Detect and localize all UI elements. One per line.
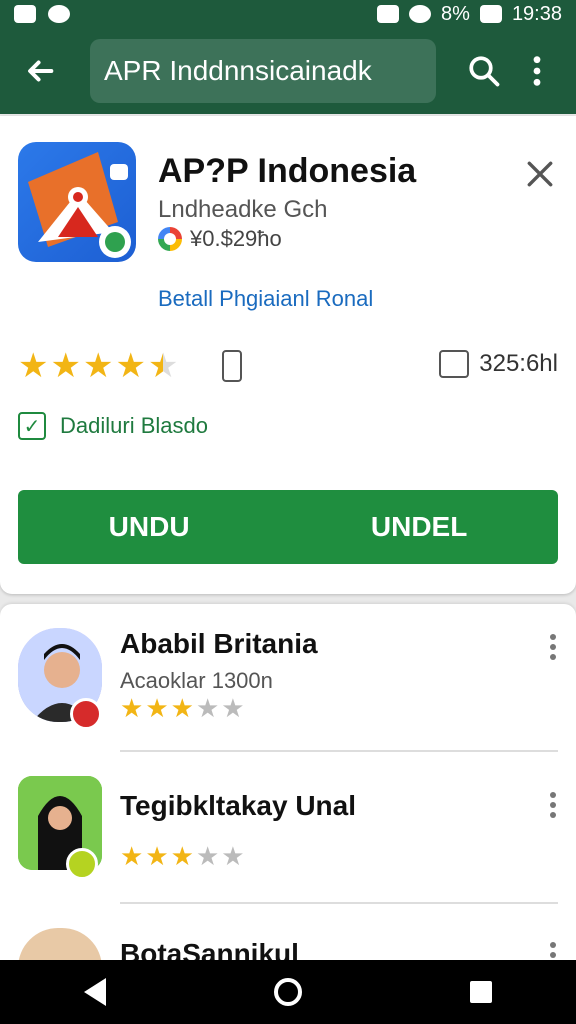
install-button[interactable]: UNDU UNDEL [18, 490, 558, 564]
star-icon: ★ [221, 841, 245, 871]
more-vert-icon [550, 942, 556, 948]
star-icon: ★ [195, 693, 220, 723]
search-input[interactable]: APR Inddnnsicainadk [90, 39, 436, 103]
checkbox[interactable]: ✓ [18, 412, 46, 440]
download-size-icon [439, 350, 470, 378]
star-icon: ★ [170, 693, 194, 723]
star-icon: ★ [120, 841, 144, 871]
star-icon: ★ [145, 693, 169, 723]
more-vert-icon [550, 792, 556, 798]
item-more-button[interactable] [548, 792, 558, 822]
related-list: Ababil Britania Acaoklar 1300n ★ ★ ★ ★ ★ Teg… [0, 604, 576, 964]
size-info: 325:6hl [439, 350, 558, 378]
more-vert-icon [550, 634, 556, 640]
star-icon: ★ [18, 347, 49, 385]
star-icon: ★ [120, 693, 144, 723]
rating-row: ★ ★ ★ ★ ★ 325:6hl [18, 346, 558, 390]
app-title: AP?P Indonesia [158, 152, 417, 190]
more-options-button[interactable] [522, 49, 552, 93]
star-icon: ★ [50, 347, 81, 385]
clock: 19:38 [511, 2, 562, 25]
app-rating-stars: ★ ★ ★ ★ ★ [18, 346, 178, 386]
network-icon [377, 5, 400, 23]
back-button[interactable] [18, 49, 62, 93]
nav-recents-button[interactable] [470, 981, 492, 1003]
item-rating-stars: ★ ★ ★ ★ ★ [120, 694, 245, 722]
navigation-bar [0, 960, 576, 1024]
star-icon: ★ [147, 347, 179, 385]
phone-icon [222, 350, 242, 382]
details-link[interactable]: Betall Phgiaianl Ronal [158, 286, 373, 312]
app-icon[interactable] [18, 142, 136, 262]
top-toolbar: APR Inddnnsicainadk [0, 28, 576, 114]
item-title: Tegibkltakay Unal [120, 790, 357, 821]
status-bar: 8% 19:38 [0, 0, 576, 28]
notification-icon [14, 5, 36, 23]
star-icon: ★ [170, 841, 194, 871]
close-icon [527, 161, 553, 187]
close-button[interactable] [520, 154, 560, 194]
list-item[interactable]: Ababil Britania Acaoklar 1300n ★ ★ ★ ★ ★ [0, 604, 576, 752]
google-icon [158, 227, 182, 251]
button-label-left: UNDU [108, 511, 190, 542]
search-icon [469, 56, 500, 87]
item-rating-stars: ★ ★ ★ ★ ★ [120, 842, 245, 870]
price-row: ¥0.$29ħo [158, 226, 282, 252]
checkbox-label: Dadiluri Blasdo [60, 413, 208, 438]
app-price: ¥0.$29ħo [190, 226, 282, 251]
badge-icon [70, 698, 102, 730]
app-size: 325:6hl [479, 350, 558, 377]
nav-home-button[interactable] [274, 978, 302, 1006]
item-subtitle: Acaoklar 1300n [120, 668, 273, 693]
star-icon: ★ [82, 347, 114, 385]
search-button[interactable] [462, 49, 506, 93]
app-developer[interactable]: Lndheadke Gch [158, 196, 327, 224]
item-more-button[interactable] [548, 634, 558, 664]
arrow-left-icon [28, 60, 54, 82]
star-icon: ★ [145, 841, 169, 871]
list-item[interactable]: BotaSannikul [0, 904, 576, 964]
star-icon: ★ [195, 841, 220, 871]
badge-icon [66, 848, 98, 880]
star-icon: ★ [115, 347, 146, 385]
app-card: AP?P Indonesia Lndheadke Gch ¥0.$29ħo Be… [0, 116, 576, 594]
button-label-right: UNDEL [370, 511, 468, 542]
checkbox-row[interactable]: ✓ Dadiluri Blasdo [18, 412, 208, 440]
wifi-icon [409, 5, 432, 23]
battery-icon [479, 5, 502, 23]
list-item[interactable]: Tegibkltakay Unal ★ ★ ★ ★ ★ [0, 752, 576, 900]
nav-back-button[interactable] [84, 978, 106, 1006]
star-icon: ★ [221, 693, 245, 723]
notification-icon-2 [48, 5, 70, 23]
avatar [18, 928, 102, 964]
more-vert-icon [533, 56, 541, 86]
app-logo-icon [28, 152, 131, 258]
battery-percent: 8% [441, 2, 470, 25]
item-title: Ababil Britania [120, 628, 318, 659]
